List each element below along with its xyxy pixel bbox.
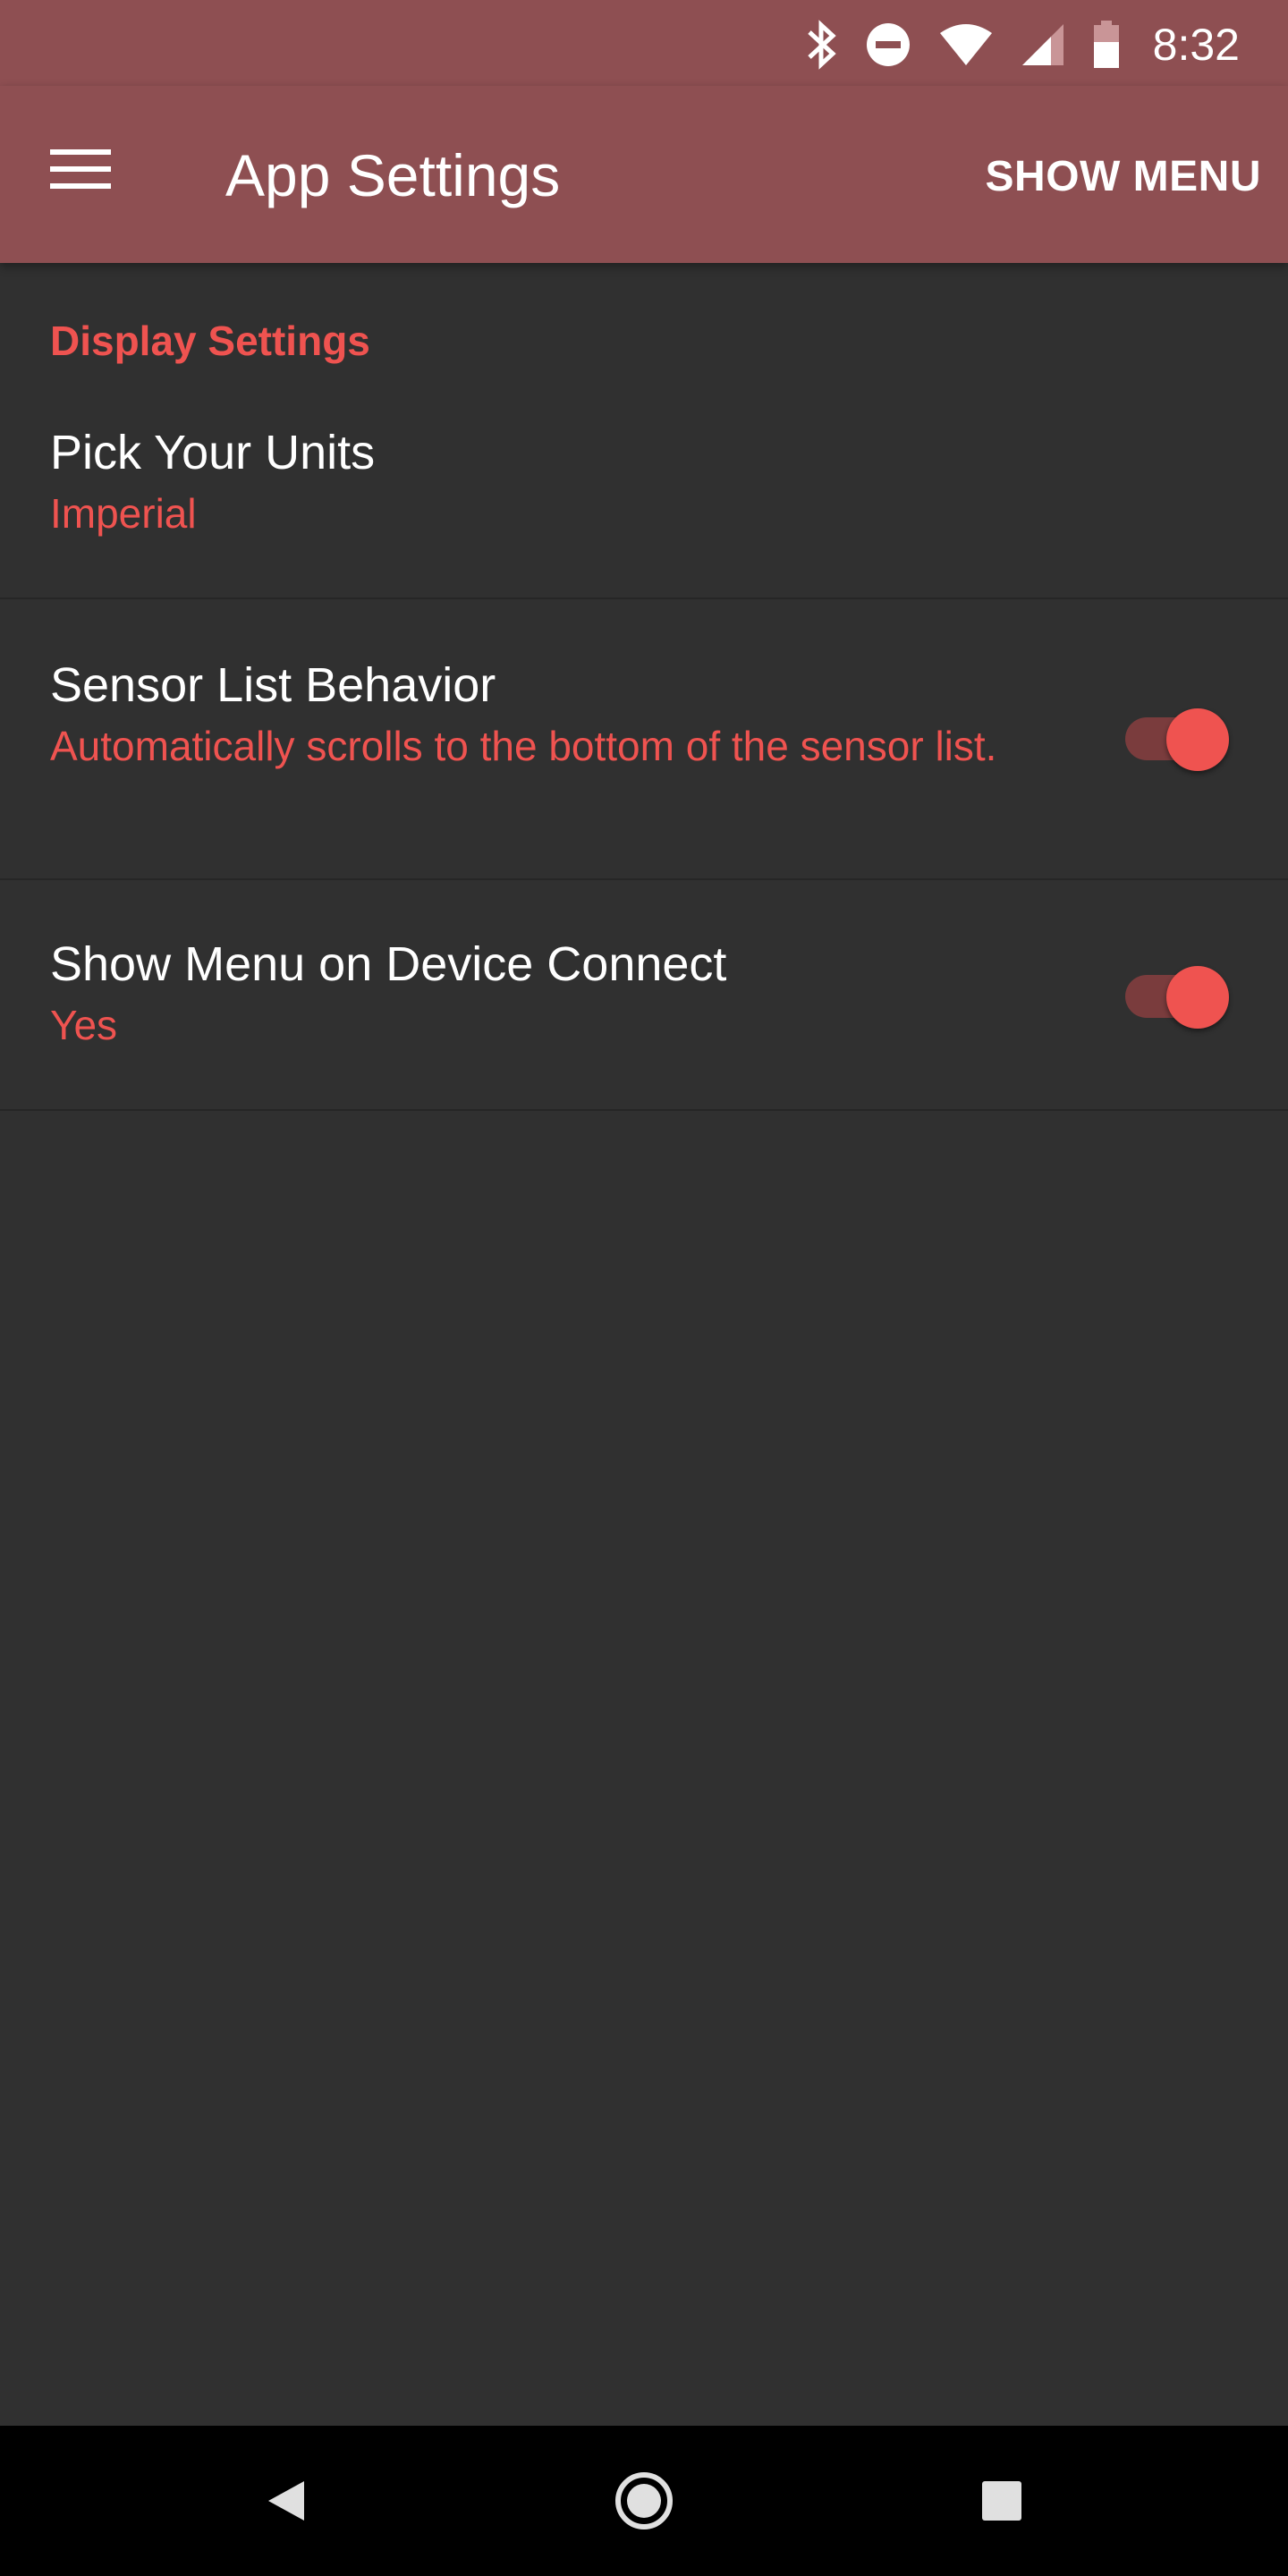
show-menu-toggle[interactable] bbox=[1122, 955, 1231, 1029]
recents-icon[interactable] bbox=[966, 2465, 1038, 2537]
back-icon[interactable] bbox=[250, 2465, 322, 2537]
pref-units-summary: Imperial bbox=[50, 490, 197, 537]
cell-signal-icon bbox=[1021, 22, 1065, 67]
sensor-list-toggle-thumb bbox=[1166, 708, 1229, 771]
pref-units-title: Pick Your Units bbox=[50, 426, 376, 479]
pref-sensor-list-summary: Automatically scrolls to the bottom of t… bbox=[50, 723, 997, 769]
pref-show-menu-summary: Yes bbox=[50, 1002, 118, 1048]
pref-units[interactable]: Pick Your Units Imperial bbox=[0, 397, 1288, 599]
do-not-disturb-icon bbox=[865, 21, 911, 68]
navigation-bar bbox=[0, 2426, 1288, 2576]
home-icon[interactable] bbox=[608, 2465, 680, 2537]
settings-screen: 8:32 App Settings SHOW MENU Display Sett… bbox=[0, 0, 1288, 2576]
sensor-list-toggle[interactable] bbox=[1122, 698, 1231, 771]
status-icons: 8:32 bbox=[806, 16, 1240, 73]
pref-sensor-list-title: Sensor List Behavior bbox=[50, 658, 496, 712]
app-bar: App Settings SHOW MENU bbox=[0, 86, 1288, 263]
pref-show-menu-title: Show Menu on Device Connect bbox=[50, 937, 727, 991]
pref-sensor-list-behavior[interactable]: Sensor List Behavior Automatically scrol… bbox=[0, 599, 1288, 880]
wifi-icon bbox=[938, 22, 994, 67]
hamburger-menu-icon[interactable] bbox=[50, 147, 125, 204]
battery-icon bbox=[1092, 21, 1121, 69]
section-header-display-settings: Display Settings bbox=[50, 318, 370, 364]
page-title: App Settings bbox=[225, 142, 561, 208]
show-menu-button[interactable]: SHOW MENU bbox=[986, 152, 1261, 202]
show-menu-toggle-thumb bbox=[1166, 966, 1229, 1029]
pref-show-menu-on-connect[interactable]: Show Menu on Device Connect Yes bbox=[0, 880, 1288, 1111]
bluetooth-icon bbox=[806, 20, 838, 70]
status-bar: 8:32 bbox=[0, 0, 1288, 86]
status-clock: 8:32 bbox=[1152, 20, 1240, 70]
